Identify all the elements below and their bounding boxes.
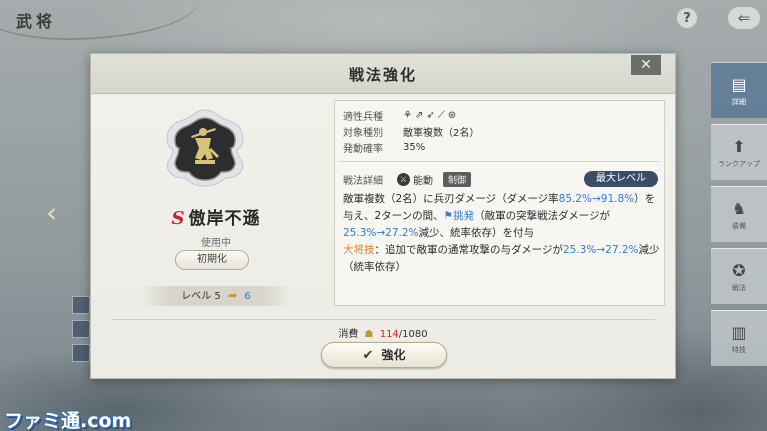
cost-total: /1080 [398,329,428,340]
provoke-icon: ⚑ [443,210,454,222]
attr-row-rate: 発動確率 35% [343,139,479,155]
desc-value: 85.2%→91.8% [558,193,635,205]
side-item-detail[interactable]: ▤ 詳細 [711,62,767,118]
attr-value: 35% [403,141,426,153]
attr-key: 適性兵種 [343,111,383,123]
side-item-label: 装備 [732,221,746,230]
detail-label: 戦法詳細 [343,175,383,187]
tactics-icon: ✪ [732,260,746,280]
attr-row-target: 対象種別 敵軍複数（2名） [343,123,479,139]
level-progress: レベル 5 ➡ 6 [141,286,291,306]
tactic-emblem-icon [166,109,244,187]
side-item-label: 戦法 [732,283,746,292]
side-menu: ▤ 詳細 ⬆ ランクアップ ♞ 装備 ✪ 戦法 ▥ 特技 [711,62,767,372]
desc-value: 25.3%→27.2% [343,227,419,239]
side-item-label: 詳細 [732,97,746,106]
attr-row-unit-type: 適性兵種 ⚘ ⇗ ➶ ⟋ ⊛ [343,107,479,123]
provoke-keyword[interactable]: ⚑挑発 [444,210,474,222]
rankup-icon: ⬆ [732,136,746,156]
cost-row: 消費 ☗ 114/1080 [91,325,675,340]
siege-icon: ⊛ [447,109,457,121]
desc-text: ：追加で敵軍の通常攻撃の与ダメージが [374,244,563,256]
control-tag: 制御 [443,171,472,187]
commander-skill-label: 大将技 [343,244,375,256]
side-item-label: ランクアップ [718,159,760,168]
unit-type-icons: ⚘ ⇗ ➶ ⟋ ⊛ [403,110,456,121]
bow-icon: ➶ [426,109,435,121]
max-level-badge[interactable]: 最大レベル [584,171,658,187]
detail-icon: ▤ [731,74,747,94]
side-item-skill[interactable]: ▥ 特技 [711,310,767,366]
left-tab-3[interactable] [72,344,90,362]
side-item-rankup[interactable]: ⬆ ランクアップ [711,124,767,180]
cavalry-icon: ⚘ [403,109,412,121]
divider [339,161,660,162]
provoke-label: 挑発 [453,210,475,222]
arrow-right-icon: ➡ [227,289,238,302]
tactic-attributes: 適性兵種 ⚘ ⇗ ➶ ⟋ ⊛ 対象種別 敵軍複数（2名） 発動確率 35% [343,107,479,155]
watermark-logo: ファミ通.com [4,410,132,431]
left-tab-2[interactable] [72,320,90,338]
active-type-icon: ⚔ [397,172,410,186]
left-tab-1[interactable] [72,296,90,314]
shield-icon: ⇗ [414,109,424,121]
tactic-name-row: S 傲岸不遜 [151,204,281,229]
enhance-label: 強化 [381,348,406,362]
screen-title: 武将 [16,12,57,31]
attr-value: 敵軍複数（2名） [403,127,480,139]
coin-icon: ☗ [364,329,374,340]
equipment-icon: ♞ [731,198,747,218]
level-current: 5 [214,291,221,302]
side-item-equipment[interactable]: ♞ 装備 [711,186,767,242]
check-icon: ✔ [362,348,374,363]
side-item-label: 特技 [732,345,746,354]
tactic-enhance-dialog: 戦法強化 ✕ S 傲岸不遜 使用中 初期化 レベル 5 ➡ 6 適性兵種 ⚘ ⇗… [90,53,676,379]
tactic-type: 能動 [413,175,433,187]
divider [111,319,655,320]
desc-text: （敵軍の突撃戦法ダメージが [474,210,611,222]
enhance-button[interactable]: ✔ 強化 [321,342,447,368]
in-use-status: 使用中 [201,238,231,249]
dialog-title: 戦法強化 [348,66,417,84]
close-button[interactable]: ✕ [631,55,661,75]
tactic-info-panel: 適性兵種 ⚘ ⇗ ➶ ⟋ ⊛ 対象種別 敵軍複数（2名） 発動確率 35% 戦法… [334,100,665,306]
level-label: レベル [181,291,212,302]
tactic-grade: S [171,208,185,229]
skill-icon: ▥ [731,322,747,342]
dialog-header: 戦法強化 ✕ [91,54,675,94]
tactic-name: 傲岸不遜 [188,209,261,229]
cost-current: 114 [379,329,399,340]
attr-key: 対象種別 [343,127,383,139]
desc-value: 25.3%→27.2% [562,244,639,256]
cost-label: 消費 [338,329,359,340]
desc-text: 減少、統率依存）を付与 [418,227,535,239]
level-next: 6 [244,291,251,302]
spear-icon: ⟋ [437,109,445,121]
attr-key: 発動確率 [343,143,383,155]
tactic-description: 敵軍複数（2名）に兵刃ダメージ（ダメージ率85.2%→91.8%）を与え、2ター… [343,191,661,276]
help-button[interactable]: ? [676,7,698,29]
tactic-detail-header: 戦法詳細 ⚔ 能動 制御 最大レベル [343,171,658,187]
prev-arrow-icon[interactable]: ‹ [46,196,57,229]
reset-button[interactable]: 初期化 [175,250,249,270]
side-item-tactics[interactable]: ✪ 戦法 [711,248,767,304]
back-button[interactable]: ⇐ [727,6,761,30]
desc-text: 敵軍複数（2名）に兵刃ダメージ（ダメージ率 [343,193,559,205]
